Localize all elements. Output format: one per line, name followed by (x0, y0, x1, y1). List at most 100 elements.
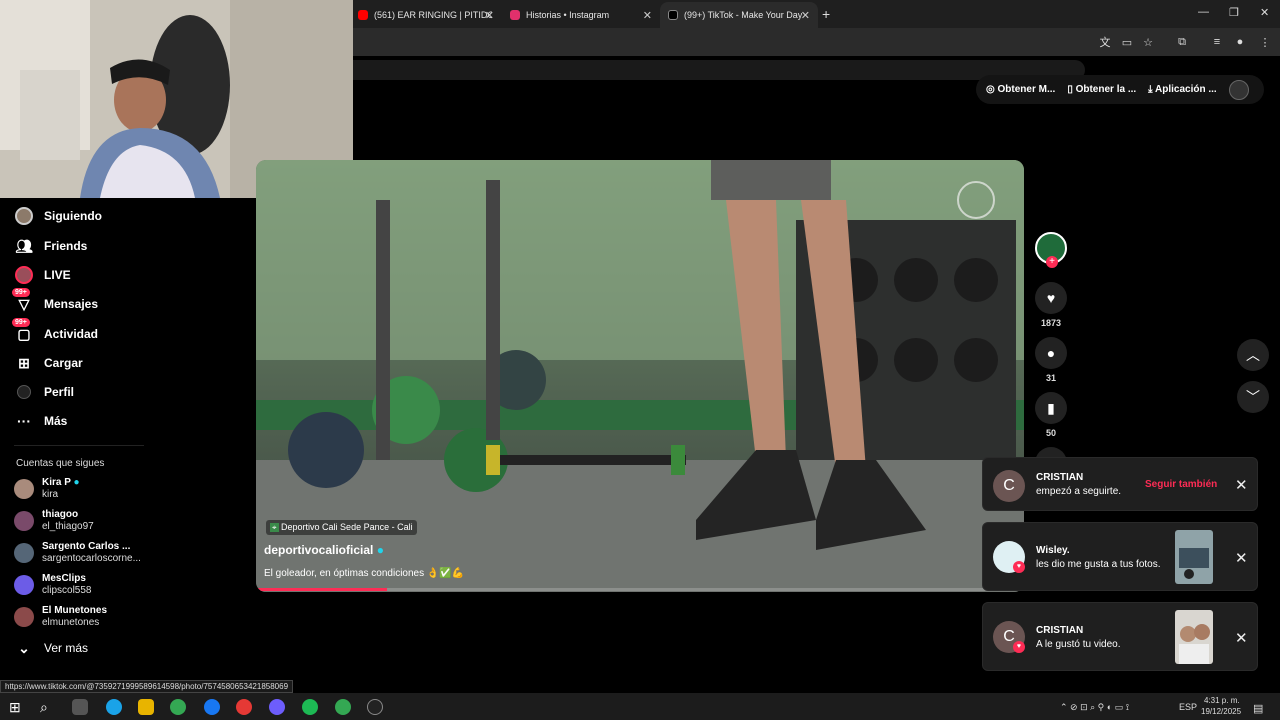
see-more-button[interactable]: ⌄ Ver más (14, 638, 88, 658)
sidebar-item-mensajes[interactable]: ▽ 99+ Mensajes (12, 288, 99, 314)
sidebar-item-actividad[interactable]: ▢ 99+ Actividad (12, 318, 98, 344)
edge-icon[interactable] (106, 699, 122, 715)
search-icon[interactable]: ⌕ (40, 699, 56, 715)
extensions-icon[interactable]: ⧉ (1174, 34, 1190, 50)
close-icon[interactable]: ✕ (1235, 549, 1248, 567)
sidebar-item-label: Más (44, 414, 68, 428)
notification-toast[interactable]: C CRISTIAN empezó a seguirte. Seguir tam… (982, 457, 1258, 511)
obs-icon[interactable] (367, 699, 383, 715)
status-url: https://www.tiktok.com/@7359271999589614… (0, 680, 294, 693)
notification-badge: 99+ (12, 288, 30, 297)
notification-center-icon[interactable]: ▤ (1253, 702, 1263, 715)
close-window-button[interactable]: ✕ (1260, 6, 1269, 19)
restore-button[interactable]: ❐ (1229, 6, 1239, 19)
account-handle: el_thiago97 (42, 521, 94, 532)
comment-button[interactable]: ● (1035, 337, 1067, 369)
close-tab-icon[interactable]: ✕ (485, 9, 494, 22)
windows-start-icon[interactable]: ⊞ (9, 699, 25, 715)
facebook-icon[interactable] (204, 699, 220, 715)
cast-icon[interactable]: ▭ (1119, 34, 1135, 50)
video-author[interactable]: deportivocalioficial ● (264, 543, 384, 557)
following-item[interactable]: MesClips clipscol558 (14, 573, 91, 597)
spotify-icon[interactable] (302, 699, 318, 715)
previous-video-button[interactable]: ︿ (1237, 339, 1269, 371)
sidebar-item-label: Mensajes (44, 297, 99, 311)
close-icon[interactable]: ✕ (1235, 476, 1248, 494)
language-indicator[interactable]: ESP (1179, 702, 1197, 712)
like-button[interactable]: ♥ (1035, 282, 1067, 314)
notification-badge: 99+ (12, 318, 30, 327)
close-icon[interactable]: ✕ (1235, 629, 1248, 647)
sidebar-item-friends[interactable]: 👥︎ Friends (14, 236, 87, 256)
system-tray-icons[interactable]: ⌃ ⊘ ⊡ ⌕ ⚲ ◐ ▭ ⟟ (1060, 702, 1129, 713)
tab-title: Historias • Instagram (526, 10, 610, 20)
notification-toast[interactable]: ♥ Wisley. les dio me gusta a tus fotos. … (982, 522, 1258, 591)
video-player[interactable]: ⌖ Deportivo Cali Sede Pance - Cali depor… (256, 160, 1024, 592)
tiktok-icon (668, 10, 678, 20)
comment-icon: ● (1046, 345, 1056, 361)
avatar-icon (14, 206, 34, 226)
tab-title: (561) EAR RINGING | PITIDO EN (374, 10, 492, 20)
activity-icon: ▢ 99+ (12, 318, 34, 344)
account-name: thiagoo (42, 509, 79, 520)
notification-name: Wisley. (1036, 545, 1070, 556)
new-tab-button[interactable]: + (822, 6, 830, 22)
sidebar-item-siguiendo[interactable]: Siguiendo (14, 206, 102, 226)
tiktok-top-actions: ◎ Obtener M... ▯ Obtener la ... ⤓ Aplica… (976, 75, 1264, 104)
translate-icon[interactable]: 文 (1097, 34, 1113, 50)
follow-back-button[interactable]: Seguir también (1145, 479, 1217, 490)
minimize-button[interactable]: — (1198, 6, 1209, 18)
tab-tiktok[interactable]: (99+) TikTok - Make Your Day ✕ (660, 2, 818, 28)
profile-avatar-icon[interactable]: ● (1232, 34, 1248, 50)
task-view-icon[interactable] (72, 699, 88, 715)
notification-thumbnail[interactable] (1175, 610, 1213, 664)
notification-thumbnail[interactable] (1175, 530, 1213, 584)
sidebar-item-label: Cargar (44, 356, 83, 370)
instagram-icon (510, 10, 520, 20)
progress-track[interactable] (256, 588, 1024, 591)
comment-count: 31 (1045, 373, 1056, 383)
chrome-icon[interactable] (335, 699, 351, 715)
chrome-icon[interactable] (170, 699, 186, 715)
media-control-icon[interactable]: ≡ (1209, 34, 1225, 50)
location-tag[interactable]: ⌖ Deportivo Cali Sede Pance - Cali (266, 520, 417, 535)
next-video-button[interactable]: ﹀ (1237, 381, 1269, 413)
app-icon[interactable] (269, 699, 285, 715)
notification-text: A le gustó tu video. (1036, 639, 1121, 650)
following-item[interactable]: Sargento Carlos ... sargentocarloscorne..… (14, 541, 141, 565)
account-name: MesClips (42, 573, 86, 584)
sidebar-item-live[interactable]: LIVE (14, 265, 71, 285)
following-item[interactable]: Kira P ● kira (14, 477, 80, 501)
close-tab-icon[interactable]: ✕ (801, 9, 810, 22)
following-item[interactable]: El Munetones elmunetones (14, 605, 107, 629)
sidebar-item-mas[interactable]: ··· Más (14, 411, 67, 431)
download-app-button[interactable]: ⤓ Aplicación ... (1148, 84, 1217, 95)
save-button[interactable]: ▮ (1035, 392, 1067, 424)
sidebar-item-perfil[interactable]: Perfil (14, 382, 74, 402)
account-handle: clipscol558 (42, 585, 92, 596)
notification-toast[interactable]: C ♥ CRISTIAN A le gustó tu video. ✕ (982, 602, 1258, 671)
browser-menu-icon[interactable]: ⋮ (1257, 34, 1273, 50)
close-tab-icon[interactable]: ✕ (643, 9, 652, 22)
tab-instagram[interactable]: Historias • Instagram ✕ (502, 2, 660, 28)
get-app-button[interactable]: ▯ Obtener la ... (1067, 84, 1136, 95)
creator-avatar[interactable]: + (1035, 232, 1067, 268)
clock-time[interactable]: 4:31 p. m. (1204, 696, 1240, 705)
friends-icon: 👥︎ (15, 237, 33, 254)
following-item[interactable]: thiagoo el_thiago97 (14, 509, 94, 533)
save-count: 50 (1045, 428, 1056, 438)
avatar: C (993, 470, 1025, 502)
app-icon[interactable] (236, 699, 252, 715)
file-explorer-icon[interactable] (138, 699, 154, 715)
user-avatar[interactable] (1228, 79, 1249, 100)
clock-date[interactable]: 19/12/2025 (1201, 707, 1241, 716)
follow-plus-icon[interactable]: + (1046, 256, 1058, 268)
account-name: Kira P (42, 477, 71, 488)
download-app-label: Aplicación ... (1155, 84, 1217, 95)
bookmark-star-icon[interactable]: ☆ (1140, 34, 1156, 50)
upload-icon: ⊞ (18, 354, 30, 371)
tab-youtube[interactable]: (561) EAR RINGING | PITIDO EN ✕ (350, 2, 502, 28)
get-coins-button[interactable]: ◎ Obtener M... (986, 84, 1055, 95)
notification-text: empezó a seguirte. (1036, 486, 1122, 497)
sidebar-item-cargar[interactable]: ⊞ Cargar (14, 353, 83, 373)
